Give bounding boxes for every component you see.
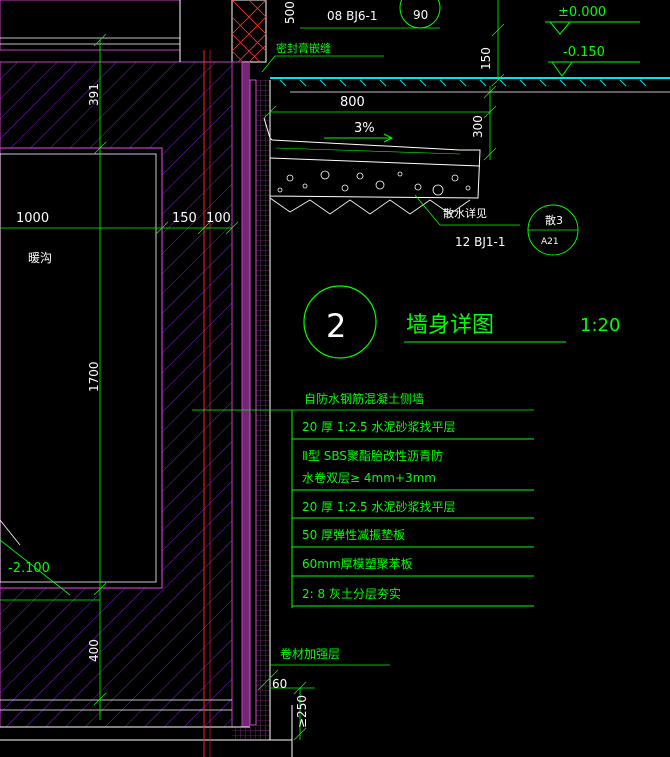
detail-number: 2 — [326, 307, 346, 345]
dim-150-trench: 150 — [172, 211, 197, 226]
ref-circle-top-number: 90 — [413, 8, 428, 22]
apron-width: 800 — [340, 95, 365, 110]
layer-4: 20 厚 1:2.5 水泥砂浆找平层 — [302, 499, 455, 514]
dim-1000: 1000 — [16, 211, 49, 226]
insulation-board — [256, 80, 270, 735]
elevation-minus: -0.150 — [563, 45, 605, 60]
layer-3b: 水卷双层≥ 4mm+3mm — [302, 470, 436, 485]
dim-400: 400 — [87, 639, 101, 662]
layer-5: 50 厚弹性减振垫板 — [302, 527, 405, 542]
trench-elevation: -2.100 — [8, 561, 50, 576]
apron-ref-sheet: A21 — [541, 237, 559, 247]
dim-1700: 1700 — [87, 361, 101, 392]
reinforce-label: 卷材加强层 — [280, 646, 340, 661]
elevation-zero: ±0.000 — [558, 5, 606, 20]
ref-std-top: 08 BJ6-1 — [327, 9, 377, 23]
apron-slope: 3% — [354, 121, 375, 136]
apron-slab — [269, 136, 481, 199]
layer-1: 自防水钢筋混凝土侧墙 — [304, 391, 424, 406]
detail-scale: 1:20 — [580, 315, 620, 336]
layer-3a: Ⅱ型 SBS聚酯胎改性沥青防 — [302, 448, 443, 463]
wall-section-drawing: 08 BJ6-1 90 ±0.000 -0.150 500 150 密封膏嵌缝 … — [0, 0, 670, 757]
apron-ref-no: 散3 — [545, 213, 563, 227]
dim-150-top: 150 — [479, 47, 493, 70]
dim-60: 60 — [272, 677, 287, 691]
dim-100: 100 — [206, 211, 231, 226]
detail-title: 墙身详图 — [406, 313, 494, 338]
apron-depth: 300 — [471, 115, 485, 138]
layer-7: 2: 8 灰土分层夯实 — [302, 586, 401, 601]
layer-2: 20 厚 1:2.5 水泥砂浆找平层 — [302, 419, 455, 434]
apron-note: 散水详见 — [443, 206, 487, 220]
trench-name: 暖沟 — [28, 251, 52, 265]
seal-note: 密封膏嵌缝 — [276, 41, 331, 55]
dim-391: 391 — [87, 83, 101, 106]
dim-250: ≥250 — [295, 695, 309, 728]
layer-6: 60mm厚模塑聚苯板 — [302, 556, 413, 571]
dim-500: 500 — [283, 1, 297, 24]
apron-std: 12 BJ1-1 — [455, 235, 505, 249]
